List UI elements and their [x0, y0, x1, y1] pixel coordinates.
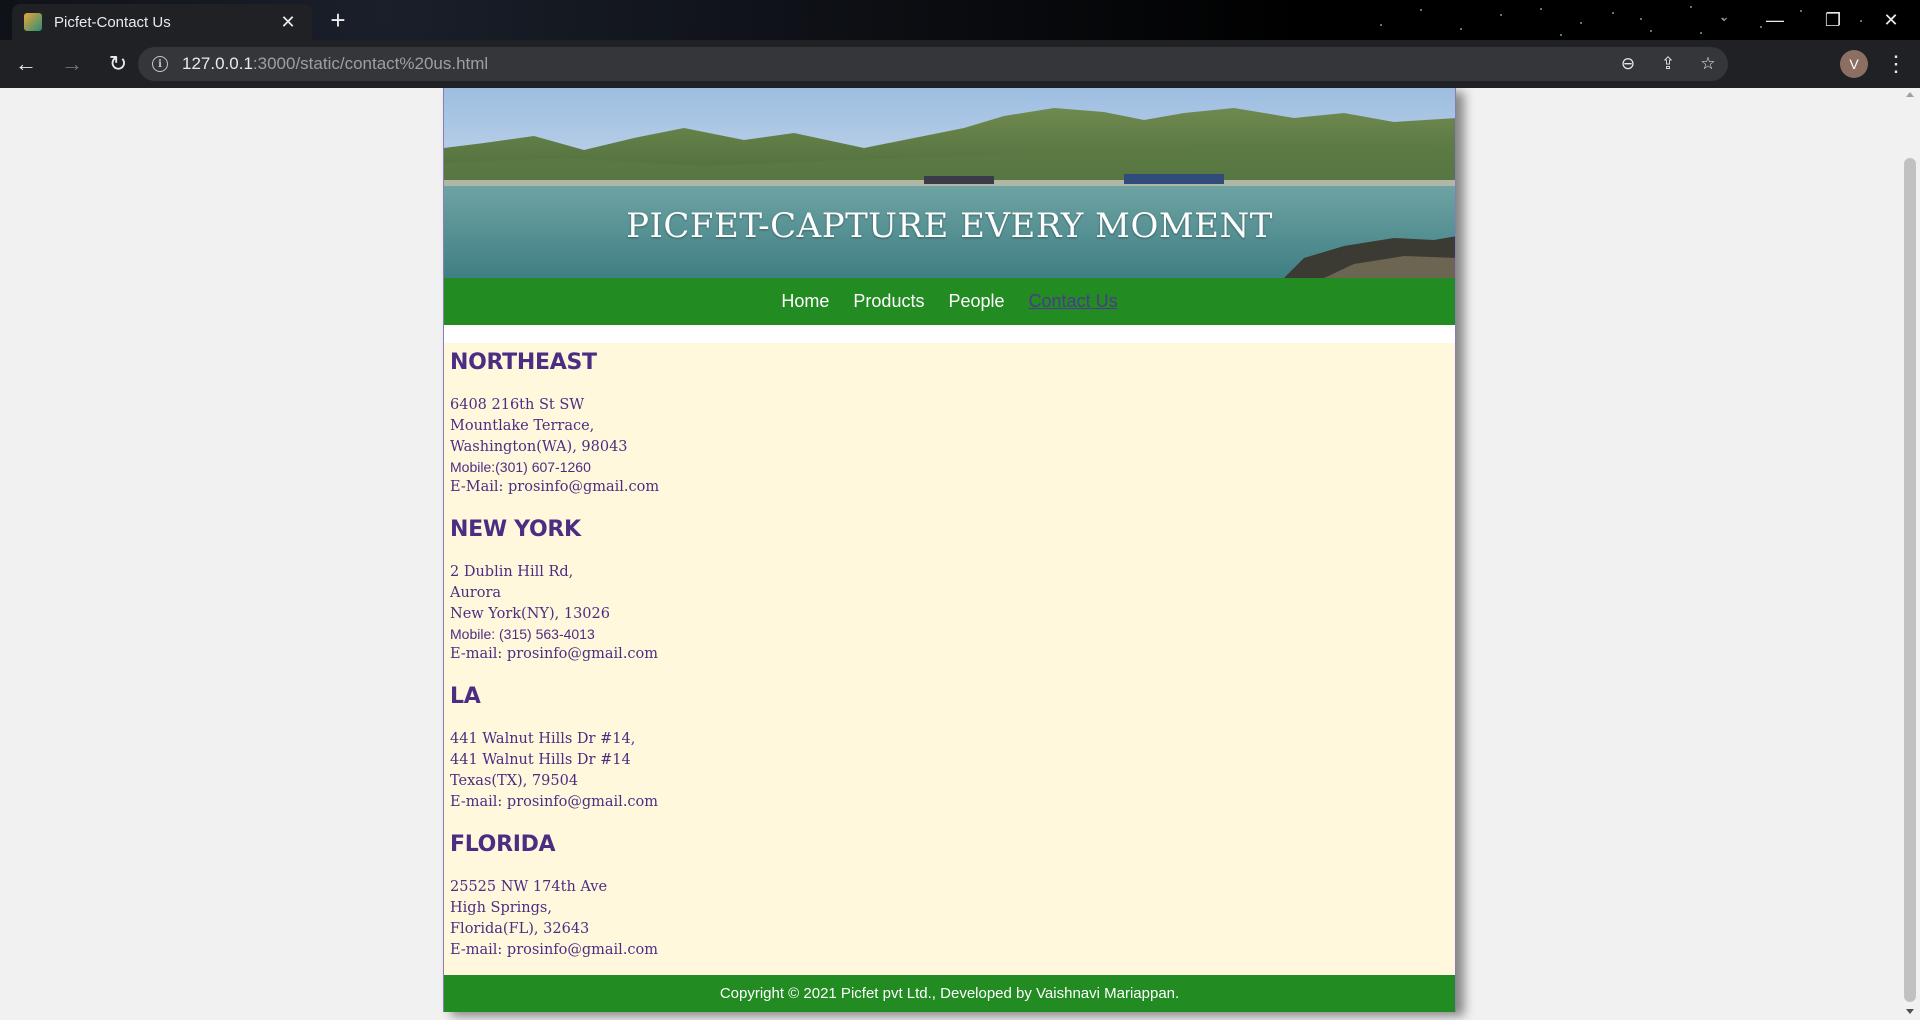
- header-banner: PICFET-CAPTURE EVERY MOMENT: [444, 88, 1455, 278]
- address-line: 2 Dublin Hill Rd,: [450, 564, 574, 580]
- site-banner-title: PICFET-CAPTURE EVERY MOMENT: [626, 206, 1273, 246]
- office-new-york: NEW YORK 2 Dublin Hill Rd, Aurora New Yo…: [450, 517, 1449, 664]
- new-tab-icon[interactable]: +: [322, 6, 354, 36]
- email-address: E-mail: prosinfo@gmail.com: [450, 942, 659, 958]
- forward-arrow-icon[interactable]: →: [52, 44, 92, 84]
- zoom-icon[interactable]: ⊖: [1608, 54, 1648, 74]
- nav-link-products[interactable]: Products: [853, 291, 924, 312]
- address-line: 441 Walnut Hills Dr #14,: [450, 731, 636, 747]
- address-bar[interactable]: i 127.0.0.1:3000/static/contact%20us.htm…: [138, 47, 1728, 81]
- site-info-icon[interactable]: i: [152, 56, 168, 72]
- email-address: E-mail: prosinfo@gmail.com: [450, 646, 659, 662]
- minimize-icon[interactable]: —: [1746, 0, 1804, 40]
- browser-menu-icon[interactable]: ⋮: [1884, 48, 1908, 80]
- bookmark-star-icon[interactable]: ☆: [1688, 54, 1728, 74]
- scrollbar-thumb[interactable]: [1904, 158, 1916, 1002]
- office-heading: FLORIDA: [450, 832, 556, 857]
- page-viewport: PICFET-CAPTURE EVERY MOMENT Home Product…: [0, 88, 1900, 1020]
- reload-icon[interactable]: ↻: [98, 44, 138, 84]
- close-window-icon[interactable]: ✕: [1862, 0, 1920, 40]
- browser-toolbar: ← → ↻ i 127.0.0.1:3000/static/contact%20…: [0, 40, 1920, 88]
- page-container: PICFET-CAPTURE EVERY MOMENT Home Product…: [443, 88, 1456, 1012]
- phone-number: Mobile:(301) 607-1260: [450, 459, 591, 475]
- url-host: 127.0.0.1: [182, 54, 253, 73]
- office-heading: LA: [450, 684, 481, 709]
- window-controls: — ❐ ✕: [1746, 0, 1920, 40]
- tab-close-icon[interactable]: ✕: [276, 12, 300, 33]
- address-line: Texas(TX), 79504: [450, 773, 579, 789]
- office-northeast: NORTHEAST 6408 216th St SW Mountlake Ter…: [450, 350, 1449, 497]
- landscape-banner-image: [444, 88, 1455, 278]
- share-icon[interactable]: ⇪: [1648, 54, 1688, 74]
- url-path: :3000/static/contact%20us.html: [252, 54, 489, 73]
- tab-title: Picfet-Contact Us: [54, 13, 171, 31]
- phone-number: Mobile: (315) 563-4013: [450, 626, 595, 642]
- office-heading: NEW YORK: [450, 517, 581, 542]
- scroll-down-arrow-icon[interactable]: [1906, 1009, 1914, 1014]
- address-line: 441 Walnut Hills Dr #14: [450, 752, 631, 768]
- email-address: E-Mail: prosinfo@gmail.com: [450, 479, 660, 495]
- address-line: High Springs,: [450, 900, 552, 916]
- office-florida: FLORIDA 25525 NW 174th Ave High Springs,…: [450, 832, 1449, 960]
- back-arrow-icon[interactable]: ←: [6, 44, 46, 84]
- address-bar-actions: ⊖ ⇪ ☆: [1608, 47, 1728, 81]
- office-heading: NORTHEAST: [450, 350, 597, 375]
- nav-link-people[interactable]: People: [948, 291, 1004, 312]
- browser-tab-active[interactable]: Picfet-Contact Us ✕: [12, 4, 312, 40]
- address-line: 6408 216th St SW: [450, 397, 585, 413]
- address-line: Aurora: [450, 585, 502, 601]
- email-address: E-mail: prosinfo@gmail.com: [450, 794, 659, 810]
- contact-content: NORTHEAST 6408 216th St SW Mountlake Ter…: [444, 343, 1455, 975]
- profile-avatar[interactable]: V: [1840, 50, 1868, 78]
- site-footer: Copyright © 2021 Picfet pvt Ltd., Develo…: [444, 975, 1455, 1012]
- address-line: Washington(WA), 98043: [450, 439, 628, 455]
- restore-icon[interactable]: ❐: [1804, 0, 1862, 40]
- site-favicon-icon: [24, 13, 42, 31]
- main-navbar: Home Products People Contact Us: [444, 278, 1455, 325]
- address-line: 25525 NW 174th Ave: [450, 879, 608, 895]
- url-text: 127.0.0.1:3000/static/contact%20us.html: [182, 54, 488, 74]
- scroll-up-arrow-icon[interactable]: [1906, 92, 1914, 97]
- address-line: Florida(FL), 32643: [450, 921, 590, 937]
- nav-link-home[interactable]: Home: [781, 291, 829, 312]
- tab-search-chevron-icon[interactable]: ⌄: [1718, 8, 1730, 25]
- address-line: Mountlake Terrace,: [450, 418, 595, 434]
- nav-link-contact-us[interactable]: Contact Us: [1029, 291, 1118, 312]
- office-la: LA 441 Walnut Hills Dr #14, 441 Walnut H…: [450, 684, 1449, 812]
- page-scrollbar[interactable]: [1900, 88, 1920, 1020]
- browser-tab-strip: Picfet-Contact Us ✕ + ⌄ — ❐ ✕: [0, 0, 1920, 40]
- address-line: New York(NY), 13026: [450, 606, 610, 622]
